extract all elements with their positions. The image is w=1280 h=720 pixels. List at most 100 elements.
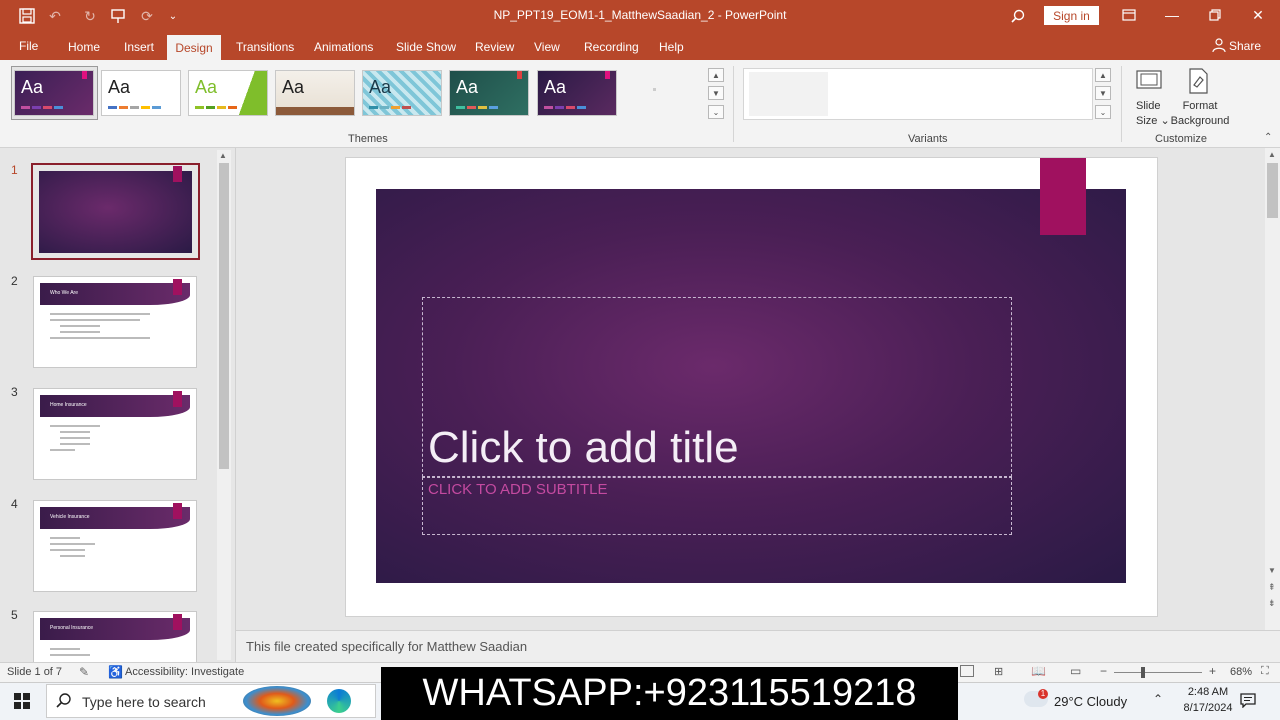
thumbnail-title: Home Insurance xyxy=(50,402,87,408)
variants-scroll-down-icon[interactable]: ▼ xyxy=(1095,86,1111,100)
thumbnail-scroll-up-icon[interactable]: ▲ xyxy=(219,151,227,160)
theme-color-bars xyxy=(195,106,237,109)
notes-text[interactable]: This file created specifically for Matth… xyxy=(246,639,527,654)
tab-transitions[interactable]: Transitions xyxy=(236,40,294,54)
tab-help[interactable]: Help xyxy=(659,40,684,54)
fit-slide-icon[interactable]: ⛶ xyxy=(1261,665,1269,678)
search-icon[interactable] xyxy=(1008,6,1028,26)
slide-size-label-2: Size ⌄ xyxy=(1136,115,1170,127)
windows-start-icon[interactable] xyxy=(14,693,30,709)
variants-more-icon[interactable]: ⌄ xyxy=(1095,105,1111,119)
themes-scroll-down-icon[interactable]: ▼ xyxy=(708,86,724,100)
tab-insert[interactable]: Insert xyxy=(124,40,154,54)
thumbnail-header: Vehicle Insurance xyxy=(40,507,190,529)
thumbnail-2[interactable]: Who We Are xyxy=(33,276,197,368)
format-background-button[interactable]: Format Background xyxy=(1170,99,1230,129)
zoom-in-icon[interactable]: + xyxy=(1209,664,1216,678)
thumbnail-4[interactable]: Vehicle Insurance xyxy=(33,500,197,592)
taskbar-search-placeholder[interactable]: Type here to search xyxy=(82,694,206,710)
themes-scroll-up-icon[interactable]: ▲ xyxy=(708,68,724,82)
next-slide-icon[interactable]: ⇟ xyxy=(1268,598,1276,609)
accessibility-status[interactable]: Accessibility: Investigate xyxy=(125,666,244,678)
share-button[interactable]: Share xyxy=(1229,39,1261,53)
show-hidden-icons-icon[interactable]: ⌃ xyxy=(1153,692,1163,706)
reading-view-icon[interactable]: 📖 xyxy=(1031,664,1046,678)
theme-thumb-4[interactable]: Aa xyxy=(275,70,355,116)
ribbon-display-icon[interactable] xyxy=(1117,4,1141,26)
close-icon[interactable]: ✕ xyxy=(1246,4,1270,26)
thumbnail-5[interactable]: Personal Insurance xyxy=(33,611,197,662)
title-bar: ↶ ↻ ⟳ ⌄ NP_PPT19_EOM1-1_MatthewSaadian_2… xyxy=(0,0,1280,32)
theme-thumb-7[interactable]: Aa xyxy=(537,70,617,116)
variant-thumb[interactable] xyxy=(749,72,828,116)
theme-accent-tag xyxy=(605,71,610,79)
thumbnail-line xyxy=(50,654,90,656)
normal-view-icon[interactable] xyxy=(960,665,974,677)
zoom-slider-thumb[interactable] xyxy=(1141,667,1145,678)
search-highlight-image[interactable] xyxy=(243,686,311,716)
notifications-icon[interactable] xyxy=(1240,692,1256,709)
zoom-level[interactable]: 68% xyxy=(1230,666,1252,678)
accessibility-icon[interactable]: ♿ xyxy=(108,665,123,679)
share-icon[interactable] xyxy=(1212,38,1226,53)
slide-sorter-icon[interactable]: ⊞ xyxy=(994,665,1003,678)
thumbnail-1-bg xyxy=(39,171,192,253)
format-background-label-2: Background xyxy=(1170,115,1230,127)
thumbnail-line xyxy=(50,543,95,545)
weather-text[interactable]: 29°C Cloudy xyxy=(1054,694,1127,709)
spelling-icon[interactable]: ✎ xyxy=(79,665,89,679)
thumbnail-tag xyxy=(173,391,182,407)
theme-preview-text: Aa xyxy=(544,77,567,97)
thumbnail-number: 4 xyxy=(11,497,18,511)
canvas-scroll-down-icon[interactable]: ▼ xyxy=(1268,566,1276,575)
format-background-icon[interactable] xyxy=(1186,67,1210,95)
theme-thumb-6[interactable]: Aa xyxy=(449,70,529,116)
theme-thumb-2[interactable]: Aa xyxy=(101,70,181,116)
canvas-scroll-thumb[interactable] xyxy=(1267,163,1278,218)
zoom-out-icon[interactable]: − xyxy=(1100,664,1107,678)
thumbnail-line xyxy=(50,313,150,315)
theme-color-bars xyxy=(369,106,411,109)
taskbar-time[interactable]: 2:48 AM xyxy=(1178,686,1238,698)
tab-animations[interactable]: Animations xyxy=(314,40,373,54)
theme-wood-strip xyxy=(276,107,354,115)
thumbnail-3[interactable]: Home Insurance xyxy=(33,388,197,480)
tab-recording[interactable]: Recording xyxy=(584,40,639,54)
thumbnail-number: 1 xyxy=(11,163,18,177)
slideshow-view-icon[interactable]: ▭ xyxy=(1070,664,1081,678)
thumbnail-number: 2 xyxy=(11,274,18,288)
tab-design[interactable]: Design xyxy=(167,35,221,60)
tab-review[interactable]: Review xyxy=(475,40,514,54)
thumbnail-1-selected[interactable] xyxy=(31,163,200,260)
thumbnail-header: Personal Insurance xyxy=(40,618,190,640)
thumbnail-title: Who We Are xyxy=(50,290,78,296)
tab-home[interactable]: Home xyxy=(68,40,100,54)
collapse-ribbon-icon[interactable]: ⌃ xyxy=(1264,132,1272,143)
slide-size-icon[interactable] xyxy=(1135,69,1163,95)
title-placeholder-text[interactable]: Click to add title xyxy=(428,423,739,473)
sign-in-button[interactable]: Sign in xyxy=(1044,6,1099,25)
thumbnail-line xyxy=(60,555,85,557)
theme-placeholder-dot xyxy=(653,88,656,91)
slide-size-button[interactable]: Slide Size ⌄ xyxy=(1136,99,1170,129)
variants-scroll-up-icon[interactable]: ▲ xyxy=(1095,68,1111,82)
subtitle-placeholder-text[interactable]: CLICK TO ADD SUBTITLE xyxy=(428,481,608,498)
thumbnail-line xyxy=(60,437,90,439)
previous-slide-icon[interactable]: ⇞ xyxy=(1268,582,1276,593)
tab-view[interactable]: View xyxy=(534,40,560,54)
theme-thumb-3[interactable]: Aa xyxy=(188,70,268,116)
edge-browser-icon[interactable] xyxy=(327,689,351,713)
taskbar-date[interactable]: 8/17/2024 xyxy=(1172,702,1244,714)
theme-thumb-1[interactable]: Aa xyxy=(14,70,94,116)
tab-slide-show[interactable]: Slide Show xyxy=(396,40,456,54)
restore-icon[interactable] xyxy=(1203,4,1227,26)
thumbnail-scroll-thumb[interactable] xyxy=(219,163,229,469)
minimize-icon[interactable]: — xyxy=(1160,4,1184,26)
tab-file[interactable]: File xyxy=(19,39,38,53)
theme-thumb-5[interactable]: Aa xyxy=(362,70,442,116)
themes-more-icon[interactable]: ⌄ xyxy=(708,105,724,119)
zoom-slider-track[interactable] xyxy=(1114,672,1202,673)
canvas-scroll-up-icon[interactable]: ▲ xyxy=(1268,150,1276,159)
thumbnail-title: Personal Insurance xyxy=(50,625,94,631)
canvas-scrollbar[interactable] xyxy=(1265,148,1280,630)
